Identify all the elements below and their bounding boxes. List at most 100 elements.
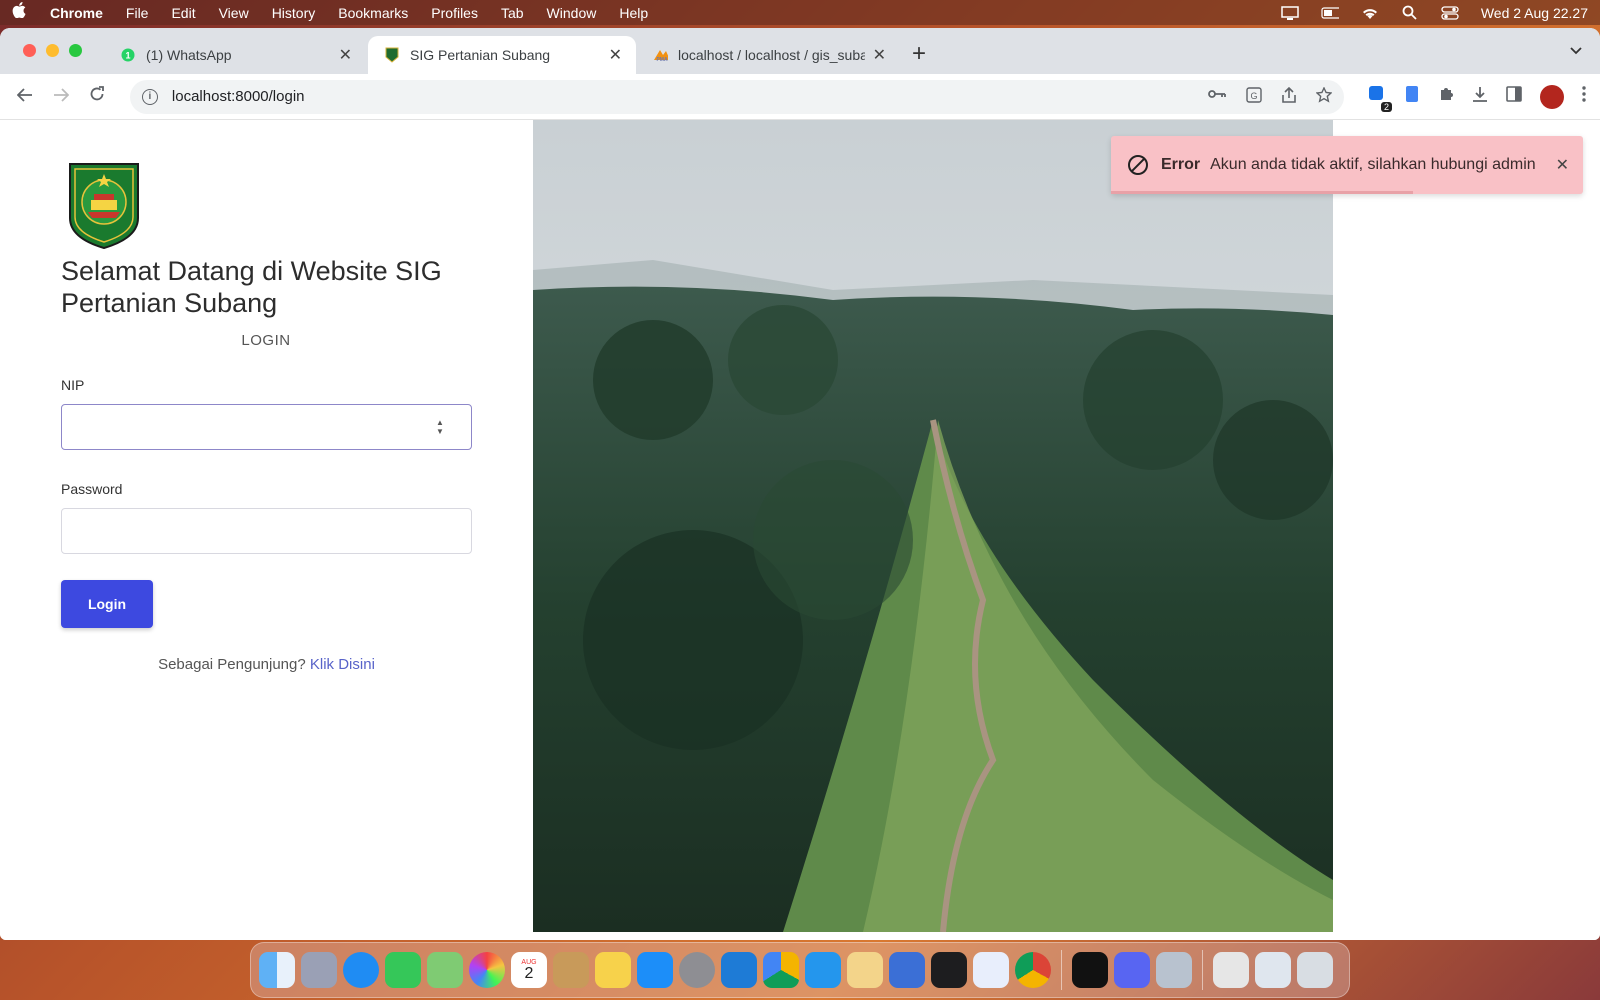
wifi-icon[interactable] (1361, 6, 1379, 20)
menu-window[interactable]: Window (547, 5, 597, 21)
login-button[interactable]: Login (61, 580, 153, 628)
toast-progress-bar (1111, 191, 1414, 194)
maps-icon[interactable] (427, 952, 463, 988)
safari-icon[interactable] (343, 952, 379, 988)
cyberduck-icon[interactable] (847, 952, 883, 988)
apple-menu-icon[interactable] (12, 2, 32, 23)
activity-monitor-icon[interactable] (1072, 952, 1108, 988)
menu-bookmarks[interactable]: Bookmarks (338, 5, 408, 21)
menu-file[interactable]: File (126, 5, 149, 21)
minimize-window-button[interactable] (46, 44, 59, 57)
key-icon[interactable] (1208, 87, 1226, 107)
back-arrow-icon[interactable] (14, 86, 36, 107)
landscape-photo (533, 120, 1333, 932)
tab-title: (1) WhatsApp (146, 47, 232, 63)
share-icon[interactable] (1282, 86, 1296, 107)
menu-history[interactable]: History (272, 5, 316, 21)
nip-input[interactable] (61, 404, 472, 450)
battery-icon[interactable] (1321, 6, 1339, 20)
app-store-icon[interactable] (637, 952, 673, 988)
page-title: Selamat Datang di Website SIG Pertanian … (61, 256, 442, 318)
new-tab-button[interactable]: + (912, 40, 926, 68)
bookmark-star-icon[interactable] (1315, 85, 1333, 107)
profile-avatar[interactable] (1540, 84, 1565, 109)
menu-help[interactable]: Help (619, 5, 648, 21)
downloads-stack-icon[interactable] (1255, 952, 1291, 988)
menu-bar-status-area: Wed 2 Aug 22.27 (1281, 5, 1588, 21)
puzzle-extensions-icon[interactable] (1438, 86, 1454, 107)
close-window-button[interactable] (23, 44, 36, 57)
password-input[interactable] (61, 508, 472, 554)
chrome-window: 1 (1) WhatsApp ✕ SIG Pertanian Subang ✕ … (0, 28, 1600, 940)
address-bar[interactable]: i localhost:8000/login G (129, 79, 1345, 114)
extension-badge-count: 2 (1381, 102, 1393, 112)
tab-close-icon[interactable]: ✕ (339, 45, 352, 65)
menu-edit[interactable]: Edit (171, 5, 195, 21)
calendar-day: 2 (524, 964, 534, 982)
side-panel-icon[interactable] (1506, 86, 1522, 107)
control-center-icon[interactable] (1441, 5, 1459, 20)
tab-strip: 1 (1) WhatsApp ✕ SIG Pertanian Subang ✕ … (0, 28, 1600, 74)
login-panel: Selamat Datang di Website SIG Pertanian … (0, 120, 533, 940)
xcode-icon[interactable] (889, 952, 925, 988)
visitor-prompt-text: Sebagai Pengunjung? (158, 656, 306, 673)
address-bar-url[interactable]: localhost:8000/login (172, 88, 305, 105)
extensions-area: 2 (1368, 84, 1586, 112)
notes-icon[interactable] (595, 952, 631, 988)
contacts-icon[interactable] (553, 952, 589, 988)
launchpad-icon[interactable] (301, 952, 337, 988)
visitor-link[interactable]: Klik Disini (310, 656, 375, 673)
chrome-icon[interactable] (1015, 952, 1051, 988)
menu-profiles[interactable]: Profiles (431, 5, 478, 21)
browser-toolbar: i localhost:8000/login G 2 (0, 74, 1600, 120)
reload-icon[interactable] (86, 86, 108, 107)
toast-message: Akun anda tidak aktif, silahkan hubungi … (1210, 156, 1536, 173)
prohibited-icon (1127, 154, 1149, 176)
spotlight-search-icon[interactable] (1401, 5, 1419, 20)
svg-text:PMA: PMA (656, 57, 668, 62)
vscode-icon[interactable] (721, 952, 757, 988)
tab-search-chevron-icon[interactable] (1570, 42, 1582, 58)
tab-close-icon[interactable]: ✕ (609, 45, 622, 65)
menu-tab[interactable]: Tab (501, 5, 524, 21)
display-icon[interactable] (1281, 5, 1299, 20)
zoom-window-button[interactable] (69, 44, 82, 57)
dock-separator (1202, 950, 1203, 990)
site-info-icon[interactable]: i (141, 88, 158, 105)
discord-icon[interactable] (1114, 952, 1150, 988)
calendar-icon[interactable]: AUG 2 (511, 952, 547, 988)
tab-whatsapp[interactable]: 1 (1) WhatsApp ✕ (104, 36, 366, 74)
instruments-icon[interactable] (973, 952, 1009, 988)
omnibox-actions: G (1208, 85, 1333, 107)
tab-sig-pertanian-subang[interactable]: SIG Pertanian Subang ✕ (368, 36, 636, 74)
forward-arrow-icon[interactable] (50, 86, 72, 107)
system-settings-icon[interactable] (679, 952, 715, 988)
download-icon[interactable] (1472, 86, 1488, 107)
tab-title: localhost / localhost / gis_suba (678, 47, 865, 63)
google-drive-icon[interactable] (763, 952, 799, 988)
number-spinner[interactable]: ▲ ▼ (436, 418, 444, 436)
extension-badge-icon[interactable]: 2 (1368, 85, 1393, 112)
docs-extension-icon[interactable] (1404, 85, 1420, 108)
settings-gear-icon[interactable] (1156, 952, 1192, 988)
menu-app-chrome[interactable]: Chrome (50, 5, 103, 21)
toast-title: Error (1161, 156, 1201, 173)
window-controls (23, 44, 82, 57)
dock-separator (1061, 950, 1062, 990)
error-toast: Error Akun anda tidak aktif, silahkan hu… (1111, 136, 1583, 194)
docker-icon[interactable] (805, 952, 841, 988)
toast-close-icon[interactable]: ✕ (1556, 155, 1569, 175)
tab-phpmyadmin[interactable]: PMA localhost / localhost / gis_suba ✕ (636, 36, 900, 74)
menu-view[interactable]: View (219, 5, 249, 21)
tab-close-icon[interactable]: ✕ (873, 45, 886, 65)
menu-bar-clock[interactable]: Wed 2 Aug 22.27 (1481, 5, 1588, 21)
trash-icon[interactable] (1297, 952, 1333, 988)
translate-icon[interactable]: G (1246, 86, 1262, 107)
terminal-icon[interactable] (931, 952, 967, 988)
chrome-menu-icon[interactable] (1582, 86, 1586, 107)
finder-icon[interactable] (259, 952, 295, 988)
messages-icon[interactable] (385, 952, 421, 988)
documents-folder-icon[interactable] (1213, 952, 1249, 988)
photos-icon[interactable] (469, 952, 505, 988)
phpmyadmin-icon: PMA (652, 47, 668, 63)
